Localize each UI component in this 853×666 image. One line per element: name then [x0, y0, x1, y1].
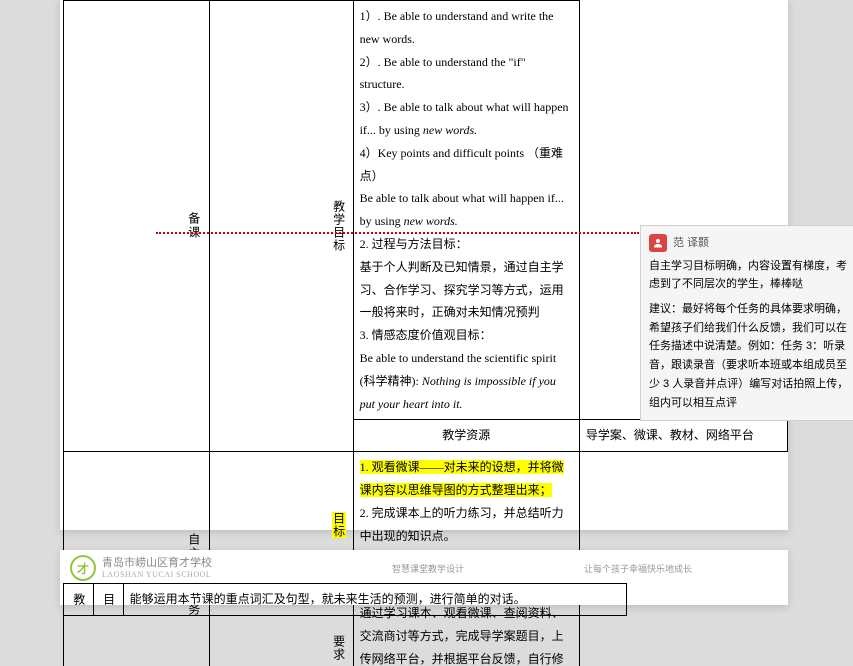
cell-mu: 目: [93, 584, 123, 616]
cell-jiaoxue-mubiao: 教学目标: [209, 1, 353, 452]
objective-line: 3. 情感态度价值观目标：: [360, 324, 573, 347]
header-slogans: 智慧课堂教学设计 让每个孩子幸福快乐地成长: [392, 562, 692, 575]
comment-anchor-line: [156, 232, 636, 234]
objective-line: 2）. Be able to understand the "if" struc…: [360, 51, 573, 97]
school-logo-icon: 才: [70, 555, 96, 581]
avatar-icon: [649, 234, 667, 252]
cell-objectives: 1）. Be able to understand and write the …: [353, 1, 579, 420]
objective-line: Be able to understand the scientific spi…: [360, 347, 573, 415]
mubiao-line: 2. 完成课本上的听力练习，并总结听力中出现的知识点。: [360, 502, 573, 548]
comment-text: 自主学习目标明确，内容设置有梯度，考虑到了不同层次的学生，棒棒哒: [649, 257, 849, 294]
cell-resources-content: 导学案、微课、教材、网络平台: [579, 420, 787, 452]
cell-beike: 备课: [64, 1, 210, 452]
school-name-block: 青岛市崂山区育才学校 LAOSHAN YUCAI SCHOOL: [102, 557, 212, 579]
page-header: 才 青岛市崂山区育才学校 LAOSHAN YUCAI SCHOOL 智慧课堂教学…: [60, 550, 788, 583]
objective-line: 基于个人判断及已知情景，通过自主学习、合作学习、探究学习等方式，运用一般将来时，…: [360, 256, 573, 324]
lesson-plan-table-2: 教 目 能够运用本节课的重点词汇及句型，就未来生活的预测，进行简单的对话。: [63, 583, 627, 616]
comment-text: 建议：最好将每个任务的具体要求明确，希望孩子们给我们什么反馈，我们可以在任务描述…: [649, 300, 849, 412]
cell-jiao: 教: [64, 584, 94, 616]
objective-line: 1）. Be able to understand and write the …: [360, 5, 573, 51]
mubiao-line: 1. 观看微课——对未来的设想，并将微课内容以思维导图的方式整理出来；: [360, 456, 573, 502]
document-page-2: 才 青岛市崂山区育才学校 LAOSHAN YUCAI SCHOOL 智慧课堂教学…: [60, 550, 788, 605]
objective-line: 2. 过程与方法目标：: [360, 233, 573, 256]
objective-line: 3）. Be able to talk about what will happ…: [360, 96, 573, 142]
objective-line: 4）Key points and difficult points （重难点）: [360, 142, 573, 188]
comment-author: 范 译颢: [673, 234, 709, 253]
cell-p2-content: 能够运用本节课的重点词汇及句型，就未来生活的预测，进行简单的对话。: [123, 584, 626, 616]
comment-header: 范 译颢: [649, 234, 849, 253]
cell-resources-label: 教学资源: [353, 420, 579, 452]
comment-bubble[interactable]: 范 译颢 自主学习目标明确，内容设置有梯度，考虑到了不同层次的学生，棒棒哒 建议…: [640, 225, 853, 421]
objective-line: Be able to talk about what will happen i…: [360, 187, 573, 233]
